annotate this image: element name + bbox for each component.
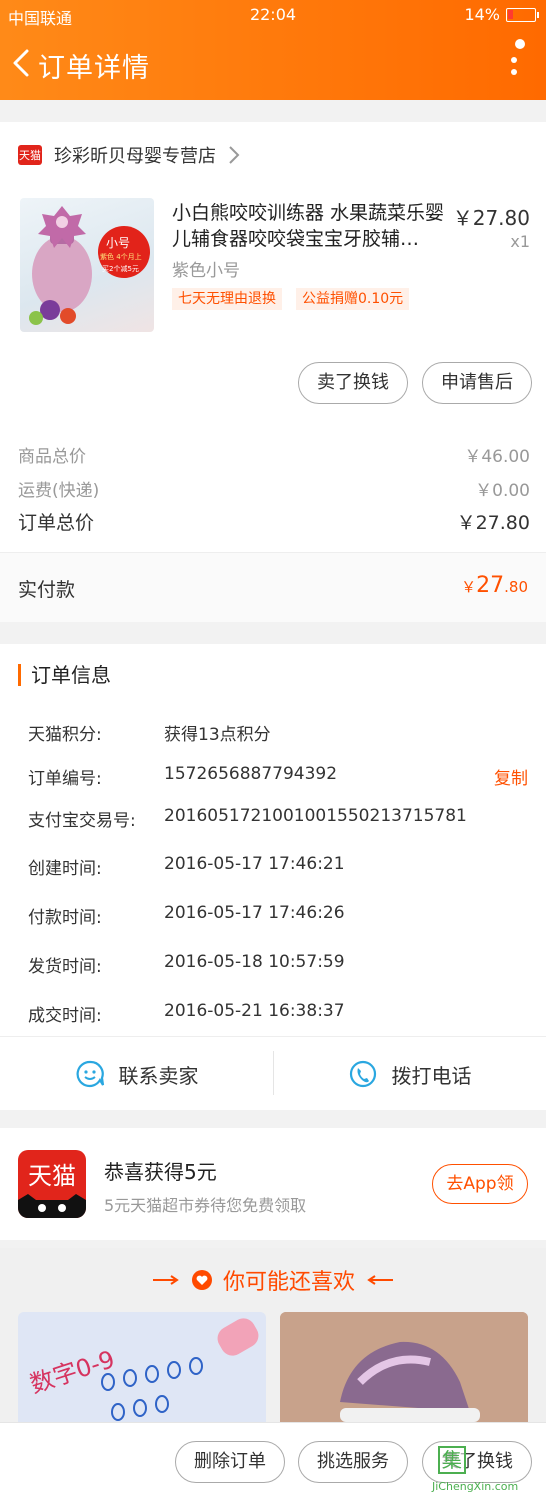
watermark: 集 JiChengXin.com (428, 1444, 544, 1498)
contact-seller-label: 联系卖家 (118, 1063, 199, 1088)
heart-icon (191, 1270, 212, 1290)
call-label: 拨打电话 (391, 1063, 472, 1088)
tag-return-policy: 七天无理由退换 (172, 288, 282, 310)
recommend-title: 你可能还喜欢 (0, 1264, 546, 1296)
recommend-title-text: 你可能还喜欢 (222, 1270, 355, 1295)
tmall-cat-face-icon (18, 1194, 86, 1218)
app-header: 中国联通 22:04 14% 订单详情 (0, 0, 546, 100)
product-price: ￥27.80 (452, 206, 530, 230)
recommend-item-1[interactable]: 数字0-9 (18, 1312, 266, 1432)
select-service-button[interactable]: 挑选服务 (298, 1441, 408, 1483)
chat-smile-icon (76, 1060, 104, 1088)
copy-button[interactable]: 复制 (494, 764, 528, 789)
promo-subtitle: 5元天猫超市券待您免费领取 (104, 1196, 307, 1215)
order-total-label: 订单总价 (18, 512, 95, 534)
left-deco-arrow-icon (152, 1275, 179, 1285)
order-info-card: 订单信息 天猫积分: 获得13点积分 订单编号: 157265688779439… (0, 644, 546, 1110)
info-value: 2016-05-17 17:46:21 (164, 854, 345, 874)
info-value: 获得13点积分 (164, 725, 271, 745)
info-label: 成交时间: (28, 1006, 102, 1026)
shipping-value: ￥0.00 (475, 481, 530, 501)
contact-seller-button[interactable]: 联系卖家 (0, 1037, 273, 1111)
get-in-app-button[interactable]: 去App领 (432, 1164, 528, 1204)
order-total-value: ￥27.80 (456, 512, 530, 534)
promo-banner[interactable]: 天猫 恭喜获得5元 5元天猫超市券待您免费领取 去App领 (0, 1128, 546, 1240)
recommend-item-2[interactable] (280, 1312, 528, 1432)
store-name: 珍彩昕贝母婴专营店 (54, 146, 216, 167)
paid-label: 实付款 (18, 579, 76, 601)
info-value: 2016-05-18 10:57:59 (164, 952, 345, 972)
paid-value: ￥27.80 (461, 573, 528, 598)
info-label: 发货时间: (28, 957, 102, 977)
info-label: 支付宝交易号: (28, 811, 136, 831)
info-label: 付款时间: (28, 908, 102, 928)
thumb-badge-line1: 紫色 4个月上 (100, 253, 142, 261)
paid-currency: ￥ (461, 578, 477, 596)
contact-bar: 联系卖家 拨打电话 (0, 1036, 546, 1110)
bottom-action-bar: 删除订单 挑选服务 卖了换钱 集 JiChengXin.com (0, 1422, 546, 1500)
sell-for-cash-button[interactable]: 卖了换钱 (298, 362, 408, 404)
promo-logo-text: 天猫 (28, 1162, 76, 1190)
battery-icon (506, 7, 539, 22)
order-info-title: 订单信息 (18, 664, 111, 686)
info-value: 1572656887794392 (164, 764, 338, 784)
store-link[interactable]: 天猫 珍彩昕贝母婴专营店 (18, 142, 240, 168)
info-label: 创建时间: (28, 859, 102, 879)
paid-decimal: .80 (504, 578, 528, 596)
product-qty: x1 (510, 232, 530, 251)
order-card: 天猫 珍彩昕贝母婴专营店 小号 紫色 4个月上 买2个减5元 小白熊咬咬训练器 … (0, 122, 546, 622)
info-value: 2016-05-21 16:38:37 (164, 1001, 345, 1021)
promo-title: 恭喜获得5元 (104, 1160, 217, 1184)
shipping-row: 运费(快递) ￥0.00 (18, 476, 530, 501)
tmall-app-logo-icon: 天猫 (18, 1150, 86, 1218)
info-value: 2016-05-17 17:46:26 (164, 903, 345, 923)
battery-percent: 14% (464, 5, 500, 24)
status-bar: 中国联通 22:04 14% (0, 0, 546, 30)
info-label: 订单编号: (28, 769, 102, 789)
info-label: 天猫积分: (28, 725, 102, 745)
after-sale-button[interactable]: 申请售后 (422, 362, 532, 404)
product-thumbnail[interactable]: 小号 紫色 4个月上 买2个减5元 (20, 198, 154, 332)
shipping-label: 运费(快递) (18, 481, 100, 501)
page-title: 订单详情 (38, 53, 150, 84)
tag-charity: 公益捐赠0.10元 (296, 288, 410, 310)
baby-shoes-image (280, 1312, 528, 1432)
delete-order-button[interactable]: 删除订单 (175, 1441, 285, 1483)
chevron-right-icon (229, 146, 240, 164)
order-total-row: 订单总价 ￥27.80 (18, 508, 530, 535)
thumb-badge-line2: 买2个减5元 (102, 265, 139, 273)
paid-integer: 27 (476, 573, 505, 598)
paid-amount-row: 实付款 ￥27.80 (0, 552, 546, 622)
more-menu-icon[interactable] (508, 38, 528, 80)
product-title[interactable]: 小白熊咬咬训练器 水果蔬菜乐婴儿辅食器咬咬袋宝宝牙胶辅… (172, 200, 446, 252)
goods-total-row: 商品总价 ￥46.00 (18, 442, 530, 467)
right-deco-arrow-icon (367, 1275, 393, 1285)
back-arrow-icon[interactable] (10, 48, 32, 78)
thumb-size-badge: 小号 (106, 236, 131, 250)
goods-total-label: 商品总价 (18, 447, 86, 467)
watermark-text: JiChengXin.com (432, 1480, 519, 1493)
phone-icon (349, 1060, 376, 1088)
goods-total-value: ￥46.00 (464, 447, 530, 467)
watermark-logo-icon: 集 (438, 1446, 466, 1474)
status-right: 14% (464, 5, 539, 24)
call-button[interactable]: 拨打电话 (273, 1037, 546, 1111)
info-value: 2016051721001001550213715781 (164, 806, 467, 826)
tmall-logo-icon: 天猫 (18, 145, 42, 165)
product-sku: 紫色小号 (172, 261, 240, 281)
